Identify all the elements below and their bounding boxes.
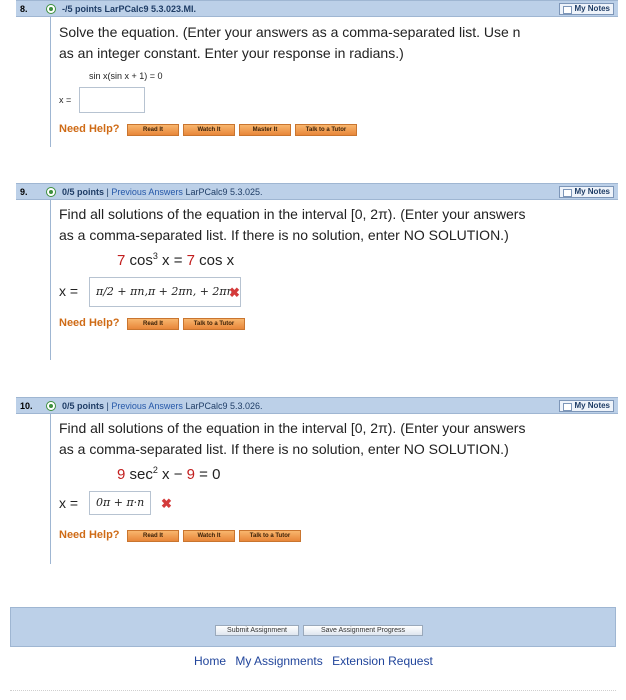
equation: sin x(sin x + 1) = 0 [89,71,163,81]
answer-input[interactable]: 0π + π·n [89,491,152,515]
answer-row: x = 0π + π·n ✖ [59,491,618,519]
help-row: Need Help? Read It Talk to a Tutor [59,317,618,331]
question-number: 8. [20,4,28,14]
question-prompt: Find all solutions of the equation in th… [59,420,526,457]
master-it-button[interactable]: Master It [239,124,291,136]
question-8-body: Solve the equation. (Enter your answers … [50,17,618,147]
help-row: Need Help? Read It Watch It Master It Ta… [59,123,618,137]
incorrect-icon: ✖ [161,496,172,511]
my-assignments-link[interactable]: My Assignments [235,654,322,668]
previous-answers-link[interactable]: Previous Answers [111,187,183,197]
assignment-footer: Submit Assignment Save Assignment Progre… [10,607,616,647]
divider [10,690,616,691]
my-notes-button[interactable]: My Notes [559,400,614,412]
status-badge-icon [46,187,56,197]
answer-input[interactable]: π/2 + πn,π + 2πn, + 2πn [89,277,241,307]
x-label: x = [59,495,79,511]
question-prompt: Solve the equation. (Enter your answers … [59,24,521,61]
equation: 7 cos3 x = 7 cos x [117,251,235,269]
question-info: 0/5 points | Previous Answers LarPCalc9 … [62,401,263,411]
home-link[interactable]: Home [194,654,226,668]
x-label: x = [59,283,79,299]
save-progress-button[interactable]: Save Assignment Progress [303,625,423,636]
question-10-header: 10. 0/5 points | Previous Answers LarPCa… [16,397,618,414]
help-row: Need Help? Read It Watch It Talk to a Tu… [59,529,618,543]
read-it-button[interactable]: Read It [127,124,179,136]
footer-nav: Home My Assignments Extension Request [194,654,439,668]
read-it-button[interactable]: Read It [127,530,179,542]
extension-request-link[interactable]: Extension Request [332,654,433,668]
question-10-body: Find all solutions of the equation in th… [50,414,618,564]
watch-it-button[interactable]: Watch It [183,530,235,542]
watch-it-button[interactable]: Watch It [183,124,235,136]
question-9-header: 9. 0/5 points | Previous Answers LarPCal… [16,183,618,200]
talk-to-tutor-button[interactable]: Talk to a Tutor [183,318,245,330]
answer-row: x = π/2 + πn,π + 2πn, + 2πn ✖ [59,277,618,309]
status-badge-icon [46,4,56,14]
question-9-body: Find all solutions of the equation in th… [50,200,618,360]
question-number: 10. [20,401,33,411]
status-badge-icon [46,401,56,411]
talk-to-tutor-button[interactable]: Talk to a Tutor [295,124,357,136]
equation: 9 sec2 x − 9 = 0 [117,465,221,483]
need-help-label: Need Help? [59,317,120,329]
incorrect-icon: ✖ [229,285,240,300]
submit-assignment-button[interactable]: Submit Assignment [215,625,299,636]
previous-answers-link[interactable]: Previous Answers [111,401,183,411]
read-it-button[interactable]: Read It [127,318,179,330]
question-8-header: 8. -/5 points LarPCalc9 5.3.023.MI. My N… [16,0,618,17]
need-help-label: Need Help? [59,529,120,541]
my-notes-button[interactable]: My Notes [559,186,614,198]
answer-input[interactable] [79,87,145,113]
talk-to-tutor-button[interactable]: Talk to a Tutor [239,530,301,542]
x-label: x = [59,95,72,105]
question-number: 9. [20,187,28,197]
need-help-label: Need Help? [59,123,120,135]
question-info: 0/5 points | Previous Answers LarPCalc9 … [62,187,263,197]
answer-row: x = [59,87,618,117]
question-prompt: Find all solutions of the equation in th… [59,206,526,243]
question-info: -/5 points LarPCalc9 5.3.023.MI. [62,4,197,14]
my-notes-button[interactable]: My Notes [559,3,614,15]
